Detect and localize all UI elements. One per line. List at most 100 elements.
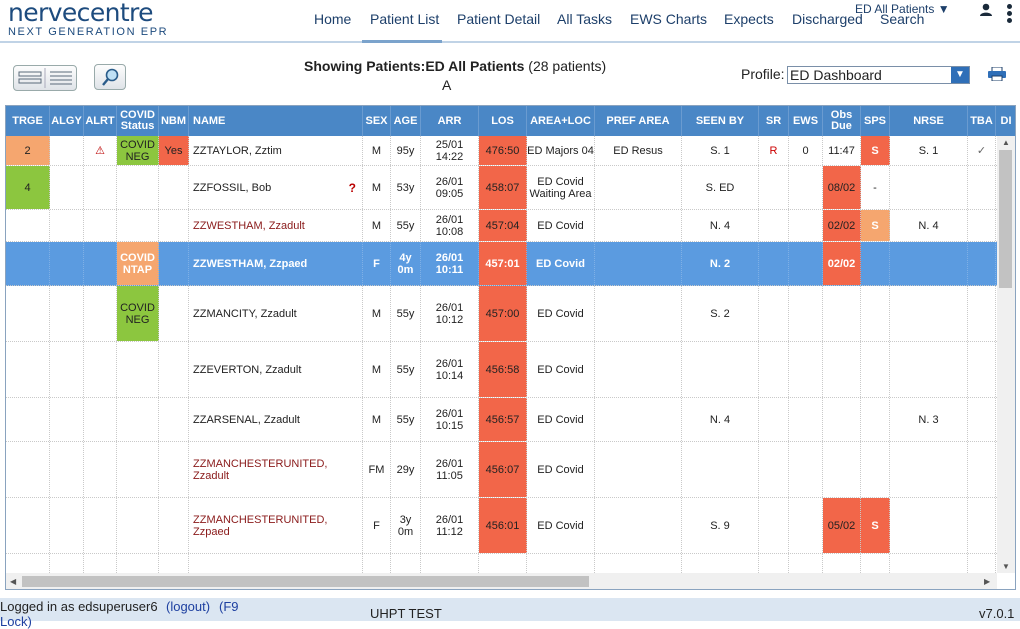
scroll-right-icon[interactable]: ▶ — [984, 577, 990, 586]
column-header-name[interactable]: NAME — [189, 106, 363, 136]
column-header-nrse[interactable]: NRSE — [890, 106, 968, 136]
more-menu-icon[interactable] — [1005, 2, 1013, 30]
patient-row[interactable]: ZZARSENAL, Zzadult M 55y 26/01 10:15 456:57 E… — [6, 398, 997, 442]
cell-sps-text: - — [873, 181, 877, 194]
column-header-nbm[interactable]: NBM — [159, 106, 189, 136]
nav-patient-list[interactable]: Patient List — [370, 11, 439, 27]
cell-age-text: 4y 0m — [397, 251, 414, 276]
cell-trge — [6, 498, 50, 553]
cell-nbm — [159, 166, 189, 209]
cell-age-text: 55y — [396, 363, 415, 376]
logout-link[interactable]: (logout) — [166, 599, 210, 614]
profile-select[interactable]: ED Dashboard ▼ — [787, 66, 970, 84]
cell-seen — [682, 442, 759, 497]
column-header-alrt[interactable]: ALRT — [84, 106, 117, 136]
cell-name[interactable]: ZZFOSSIL, Bob? — [189, 166, 363, 209]
cell-age: 55y — [391, 398, 421, 441]
cell-los: 456:07 — [479, 442, 527, 497]
nav-all-tasks[interactable]: All Tasks — [557, 11, 612, 27]
magnifier-icon — [102, 68, 119, 86]
column-header-age[interactable]: AGE — [391, 106, 421, 136]
nav-discharged[interactable]: Discharged — [792, 11, 863, 27]
column-header-obs[interactable]: Obs Due — [823, 106, 861, 136]
lock-link[interactable]: Lock) — [0, 614, 32, 629]
nav-patient-detail[interactable]: Patient Detail — [457, 11, 540, 27]
cell-name[interactable]: ZZMANCHESTERUNITED, Zzadult — [189, 442, 363, 497]
cell-covid — [117, 342, 159, 397]
cell-name[interactable]: ZZMANCHESTERUNITED, Zzpaed — [189, 498, 363, 553]
horizontal-scroll-thumb[interactable] — [22, 576, 589, 587]
question-icon[interactable]: ? — [349, 182, 356, 194]
cell-name-text: ZZTAYLOR, Zztim — [193, 144, 282, 157]
scroll-up-icon[interactable]: ▲ — [1002, 138, 1010, 147]
column-header-pref[interactable]: PREF AREA — [595, 106, 682, 136]
cell-name[interactable]: ZZEVERTON, Zzadult — [189, 342, 363, 397]
patient-row[interactable]: COVID NEG ZZMANCITY, Zzadult M 55y 26/01 10:… — [6, 286, 997, 342]
column-header-sps[interactable]: SPS — [861, 106, 890, 136]
cell-area-text: ED Covid Waiting Area — [529, 175, 592, 200]
cell-algy — [50, 342, 84, 397]
nav-ews-charts[interactable]: EWS Charts — [630, 11, 707, 27]
column-header-los[interactable]: LOS — [479, 106, 527, 136]
cell-name[interactable]: ZZARSENAL, Zzadult — [189, 398, 363, 441]
cell-covid-text: COVID NEG — [120, 301, 155, 326]
cell-sps: S — [861, 136, 890, 165]
cell-nrse — [890, 242, 968, 285]
scroll-left-icon[interactable]: ◀ — [10, 577, 16, 586]
lock-shortcut-link[interactable]: (F9 — [219, 599, 239, 614]
cell-algy — [50, 136, 84, 165]
cell-seen: S. 1 — [682, 136, 759, 165]
patient-row[interactable]: ZZMANCHESTERUNITED, Zzpaed F 3y 0m 26/01 11… — [6, 498, 997, 554]
search-patient-button[interactable] — [94, 64, 126, 90]
column-header-ews[interactable]: EWS — [789, 106, 823, 136]
cell-name[interactable]: ZZWESTHAM, Zzadult — [189, 210, 363, 241]
patient-row[interactable]: 4 ZZFOSSIL, Bob? M 53y 26/01 09:05 458:07 ED C… — [6, 166, 997, 210]
column-header-trge[interactable]: TRGE — [6, 106, 50, 136]
cell-name[interactable]: ZZMANCITY, Zzadult — [189, 286, 363, 341]
checkmark-icon: ✓ — [968, 136, 996, 165]
cell-ews — [789, 342, 823, 397]
printer-icon[interactable] — [988, 67, 1006, 81]
cell-arr: 26/01 10:15 — [421, 398, 479, 441]
patient-row[interactable]: ZZWESTHAM, Zzadult M 55y 26/01 10:08 457:04 E… — [6, 210, 997, 242]
cell-sps: S — [861, 498, 890, 553]
patient-row[interactable]: ZZEVERTON, Zzadult M 55y 26/01 10:14 456:58 E… — [6, 342, 997, 398]
column-header-arr[interactable]: ARR — [421, 106, 479, 136]
scroll-down-icon[interactable]: ▼ — [1002, 562, 1010, 571]
patient-row[interactable]: 2 ⚠ COVID NEG Yes ZZTAYLOR, Zztim M 95y 25/01 1… — [6, 136, 997, 166]
column-header-algy[interactable]: ALGY — [50, 106, 84, 136]
patient-list-selector[interactable]: ED All Patients ▼ — [855, 2, 950, 16]
nav-expects[interactable]: Expects — [724, 11, 774, 27]
patient-row[interactable]: ZZMANCHESTERUNITED, Zzadult FM 29y 26/01 11… — [6, 442, 997, 498]
column-header-seen[interactable]: SEEN BY — [682, 106, 759, 136]
cell-name[interactable]: ZZTAYLOR, Zztim — [189, 136, 363, 165]
column-header-area[interactable]: AREA+LOC — [527, 106, 595, 136]
cell-name[interactable]: ZZWESTHAM, Zzpaed — [189, 242, 363, 285]
vertical-scroll-thumb[interactable] — [999, 150, 1012, 288]
horizontal-scrollbar[interactable]: ◀ ▶ — [6, 573, 997, 589]
view-toggle-button[interactable] — [13, 65, 77, 91]
profile-label: Profile: — [741, 66, 785, 82]
column-header-tba[interactable]: TBA — [968, 106, 996, 136]
cell-covid: COVID NTAP — [117, 242, 159, 285]
column-header-sr[interactable]: SR — [759, 106, 789, 136]
patient-row[interactable]: COVID NTAP ZZWESTHAM, Zzpaed F 4y 0m 26/01 1… — [6, 242, 997, 286]
column-header-di[interactable]: DI — [996, 106, 1015, 136]
user-icon[interactable] — [979, 3, 993, 17]
cell-covid — [117, 166, 159, 209]
cell-covid-text: COVID NTAP — [120, 251, 155, 276]
cell-sex-text: M — [371, 219, 382, 232]
cell-pref — [595, 442, 682, 497]
cell-obs: 08/02 — [823, 166, 861, 209]
cell-name-text: ZZMANCHESTERUNITED, Zzpaed — [193, 513, 328, 538]
cell-nbm — [159, 442, 189, 497]
column-header-covid[interactable]: COVID Status — [117, 106, 159, 136]
column-header-sex[interactable]: SEX — [363, 106, 391, 136]
alphabet-filter[interactable]: A — [442, 77, 451, 93]
nav-home[interactable]: Home — [314, 11, 351, 27]
cell-alrt — [84, 498, 117, 553]
cell-los-text: 456:07 — [485, 463, 520, 476]
cell-age: 29y — [391, 442, 421, 497]
cell-sr — [759, 498, 789, 553]
vertical-scrollbar[interactable]: ▲ ▼ — [997, 136, 1015, 573]
